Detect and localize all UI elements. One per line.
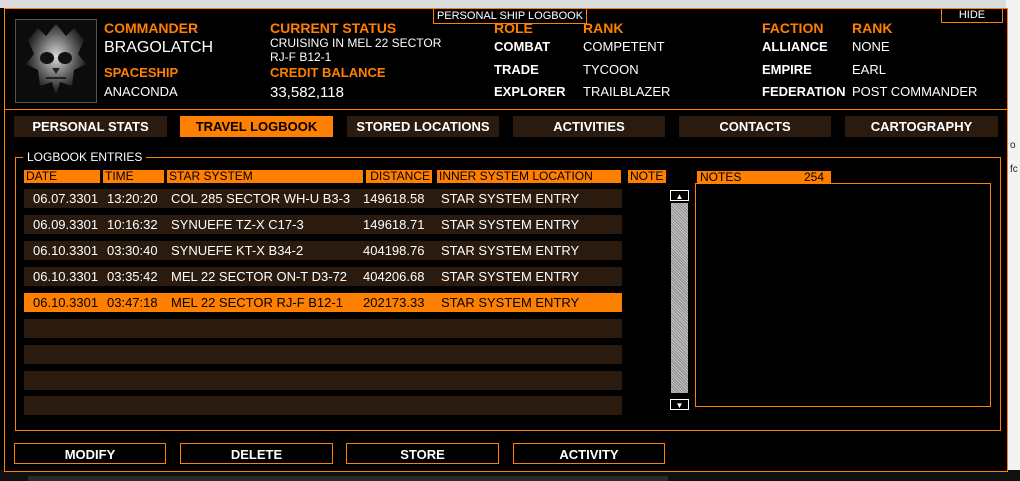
cell-star-system: SYNUEFE TZ-X C17-3: [171, 217, 304, 232]
tab-personal-stats[interactable]: PERSONAL STATS: [14, 116, 167, 137]
column-note[interactable]: NOTE: [628, 170, 666, 183]
spaceship-name: ANACONDA: [104, 84, 178, 99]
credit-balance-value: 33,582,118: [270, 84, 344, 101]
column-date[interactable]: DATE: [24, 170, 100, 183]
cell-distance: 404206.68: [363, 269, 425, 284]
role-combat: COMBAT: [494, 39, 551, 54]
rank-explorer: TRAILBLAZER: [583, 84, 671, 99]
faction-rank-federation: POST COMMANDER: [852, 84, 978, 99]
cell-star-system: COL 285 SECTOR WH-U B3-3: [171, 191, 351, 206]
faction-rank-alliance: NONE: [852, 39, 890, 54]
cell-distance: 149618.58: [363, 191, 425, 206]
role-trade: TRADE: [494, 62, 539, 77]
cell-time: 03:30:40: [107, 243, 158, 258]
cell-time: 03:47:18: [107, 295, 158, 310]
scroll-up-icon[interactable]: ▲: [670, 190, 689, 201]
table-row[interactable]: 06.07.3301 13:20:20 COL 285 SECTOR WH-U …: [24, 189, 622, 208]
browser-bookmark-bar: [0, 0, 1020, 8]
column-time[interactable]: TIME: [103, 170, 164, 183]
background-text: o: [1010, 140, 1016, 151]
background-text: fc: [1010, 164, 1018, 175]
table-row-selected[interactable]: 06.10.3301 03:47:18 MEL 22 SECTOR RJ-F B…: [24, 293, 622, 312]
rank-trade: TYCOON: [583, 62, 639, 77]
tab-cartography[interactable]: CARTOGRAPHY: [845, 116, 998, 137]
cell-distance: 404198.76: [363, 243, 425, 258]
rank-combat: COMPETENT: [583, 39, 665, 54]
commander-label: COMMANDER: [104, 20, 199, 36]
role-explorer: EXPLORER: [494, 84, 566, 99]
table-row[interactable]: 06.10.3301 03:30:40 SYNUEFE KT-X B34-2 4…: [24, 241, 622, 260]
table-row-empty[interactable]: [24, 319, 622, 338]
skull-avatar-icon: [16, 20, 96, 102]
cell-date: 06.10.3301: [33, 269, 99, 284]
cell-date: 06.09.3301: [33, 217, 99, 232]
current-status-label: CURRENT STATUS: [270, 20, 397, 36]
column-star-system[interactable]: STAR SYSTEM: [167, 170, 363, 183]
cell-location: STAR SYSTEM ENTRY: [441, 243, 580, 258]
cell-star-system: MEL 22 SECTOR RJ-F B12-1: [171, 295, 343, 310]
cell-star-system: MEL 22 SECTOR ON-T D3-72: [171, 269, 348, 284]
column-inner-system-location[interactable]: INNER SYSTEM LOCATION: [437, 170, 621, 183]
scroll-down-icon[interactable]: ▼: [670, 399, 689, 410]
faction-empire: EMPIRE: [762, 62, 812, 77]
scroll-thumb[interactable]: [671, 203, 688, 393]
cell-location: STAR SYSTEM ENTRY: [441, 269, 580, 284]
table-row[interactable]: 06.09.3301 10:16:32 SYNUEFE TZ-X C17-3 1…: [24, 215, 622, 234]
commander-name: BRAGOLATCH: [104, 39, 214, 56]
modify-button[interactable]: MODIFY: [14, 443, 166, 464]
faction-federation: FEDERATION: [762, 84, 846, 99]
hide-button[interactable]: HIDE: [941, 9, 1003, 23]
cell-time: 03:35:42: [107, 269, 158, 284]
table-row-empty[interactable]: [24, 345, 622, 364]
cell-location: STAR SYSTEM ENTRY: [441, 191, 580, 206]
logbook-window: PERSONAL SHIP LOGBOOK HIDE COMMANDER BRA…: [4, 8, 1008, 472]
cell-time: 10:16:32: [107, 217, 158, 232]
faction-rank-label: RANK: [852, 20, 893, 36]
logbook-entries-title: LOGBOOK ENTRIES: [23, 150, 147, 164]
faction-rank-empire: EARL: [852, 62, 886, 77]
table-row-empty[interactable]: [24, 396, 622, 415]
credit-balance-label: CREDIT BALANCE: [270, 65, 386, 80]
cell-location: STAR SYSTEM ENTRY: [441, 295, 580, 310]
tab-contacts[interactable]: CONTACTS: [679, 116, 831, 137]
column-distance[interactable]: DISTANCE: [366, 170, 432, 183]
current-status-line1: CRUISING IN MEL 22 SECTOR: [270, 36, 442, 50]
cell-date: 06.10.3301: [33, 295, 99, 310]
cell-distance: 149618.71: [363, 217, 425, 232]
faction-label: FACTION: [762, 20, 824, 36]
rank-label: RANK: [583, 20, 624, 36]
cell-location: STAR SYSTEM ENTRY: [441, 217, 580, 232]
spaceship-label: SPACESHIP: [104, 65, 179, 80]
tab-stored-locations[interactable]: STORED LOCATIONS: [347, 116, 499, 137]
cell-date: 06.07.3301: [33, 191, 99, 206]
store-button[interactable]: STORE: [346, 443, 499, 464]
table-row-empty[interactable]: [24, 371, 622, 390]
background-page-edge: o fc: [1006, 0, 1020, 481]
cell-date: 06.10.3301: [33, 243, 99, 258]
activity-button[interactable]: ACTIVITY: [513, 443, 665, 464]
current-status-line2: RJ-F B12-1: [270, 50, 332, 64]
tab-travel-logbook[interactable]: TRAVEL LOGBOOK: [180, 116, 333, 137]
delete-button[interactable]: DELETE: [180, 443, 333, 464]
notes-textarea[interactable]: [695, 183, 991, 407]
cell-distance: 202173.33: [363, 295, 425, 310]
commander-avatar: [15, 19, 97, 103]
faction-alliance: ALLIANCE: [762, 39, 828, 54]
taskbar-segment: [28, 476, 668, 481]
cell-star-system: SYNUEFE KT-X B34-2: [171, 243, 304, 258]
table-row[interactable]: 06.10.3301 03:35:42 MEL 22 SECTOR ON-T D…: [24, 267, 622, 286]
tab-activities[interactable]: ACTIVITIES: [513, 116, 665, 137]
cell-time: 13:20:20: [107, 191, 158, 206]
header-divider: [5, 109, 1007, 110]
window-title: PERSONAL SHIP LOGBOOK: [433, 9, 587, 24]
